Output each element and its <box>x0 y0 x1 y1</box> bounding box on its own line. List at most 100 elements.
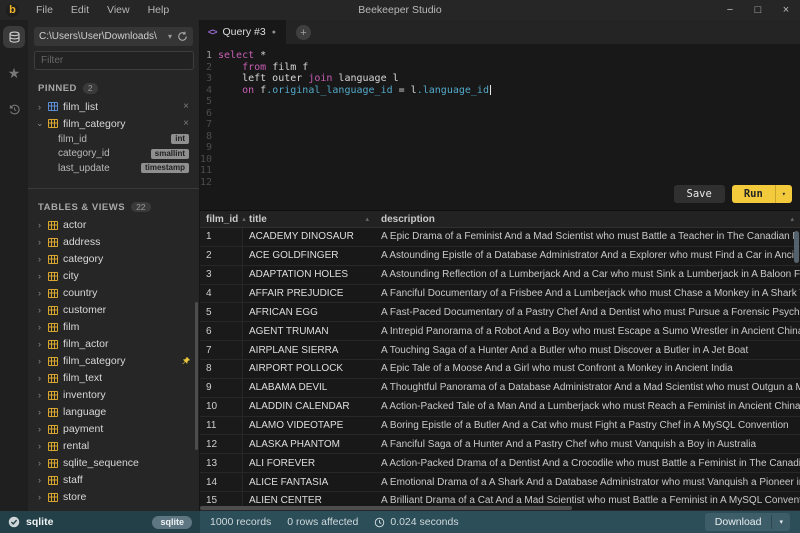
chevron-right-icon: › <box>36 102 43 112</box>
table-grid-icon <box>48 374 58 383</box>
table-row[interactable]: 5AFRICAN EGGA Fast-Paced Documentary of … <box>200 303 800 322</box>
table-name: country <box>63 287 191 299</box>
icon-rail: ★ <box>0 20 28 511</box>
chevron-right-icon: › <box>36 356 43 366</box>
table-row[interactable]: 13ALI FOREVERA Action-Packed Drama of a … <box>200 454 800 473</box>
column-header-title[interactable]: title ▴ <box>243 211 375 227</box>
cell-film-id: 14 <box>200 473 243 491</box>
pinned-item-film-category[interactable]: ⌄ film_category × <box>28 115 199 132</box>
download-button[interactable]: Download <box>705 513 772 531</box>
table-item-staff[interactable]: ›staff <box>28 472 199 489</box>
table-row[interactable]: 12ALASKA PHANTOMA Fanciful Saga of a Hun… <box>200 435 800 454</box>
new-tab-button[interactable]: + <box>296 25 311 40</box>
table-name: city <box>63 270 191 282</box>
menu-help[interactable]: Help <box>139 0 179 20</box>
pinned-column-row: film_idint <box>28 132 199 147</box>
run-button[interactable]: Run <box>732 185 775 204</box>
cell-title: ALASKA PHANTOM <box>243 435 375 453</box>
menu-file[interactable]: File <box>27 0 62 20</box>
table-row[interactable]: 14ALICE FANTASIAA Emotional Drama of a A… <box>200 473 800 492</box>
table-item-actor[interactable]: ›actor <box>28 217 199 234</box>
download-options-caret[interactable]: ▾ <box>771 515 790 529</box>
line-number: 2 <box>200 62 218 74</box>
table-item-film_text[interactable]: ›film_text <box>28 370 199 387</box>
connection-dropdown[interactable]: C:\Users\User\Downloads\ ▾ <box>34 27 193 46</box>
save-button[interactable]: Save <box>674 185 725 204</box>
code-token <box>218 62 242 74</box>
history-panel-button[interactable] <box>3 98 25 120</box>
filter-input[interactable] <box>34 51 194 70</box>
table-row[interactable]: 2ACE GOLDFINGERA Astounding Epistle of a… <box>200 247 800 266</box>
table-item-inventory[interactable]: ›inventory <box>28 387 199 404</box>
run-options-caret[interactable]: ▾ <box>775 185 792 204</box>
table-item-city[interactable]: ›city <box>28 268 199 285</box>
table-item-film[interactable]: ›film <box>28 319 199 336</box>
table-grid-icon <box>48 459 58 468</box>
column-header-film-id[interactable]: film_id ▴ <box>200 211 243 227</box>
database-panel-button[interactable] <box>3 26 25 48</box>
table-item-store[interactable]: ›store <box>28 489 199 506</box>
maximize-button[interactable]: □ <box>744 0 772 20</box>
table-grid-icon <box>48 119 58 128</box>
cell-film-id: 11 <box>200 417 243 435</box>
table-row[interactable]: 9ALABAMA DEVILA Thoughtful Panorama of a… <box>200 379 800 398</box>
chevron-right-icon: › <box>36 441 43 451</box>
column-name: last_update <box>58 163 141 174</box>
chevron-right-icon: › <box>36 492 43 502</box>
main-area: <> Query #3 ● + 1select *2 from film f3 … <box>200 20 800 511</box>
table-item-film_actor[interactable]: ›film_actor <box>28 336 199 353</box>
tab-query-3[interactable]: <> Query #3 ● <box>200 20 286 44</box>
table-item-country[interactable]: ›country <box>28 285 199 302</box>
menu-view[interactable]: View <box>98 0 139 20</box>
column-header-description[interactable]: description ▴ <box>375 211 800 227</box>
code-token: left outer <box>218 73 308 85</box>
unpin-close-icon[interactable]: × <box>181 101 191 112</box>
connection-status[interactable]: sqlite sqlite <box>0 511 200 533</box>
sidebar-scrollbar[interactable] <box>195 302 198 450</box>
table-row[interactable]: 1ACADEMY DINOSAURA Epic Drama of a Femin… <box>200 228 800 247</box>
table-item-payment[interactable]: ›payment <box>28 421 199 438</box>
results-panel: film_id ▴ title ▴ description ▴ 1ACADEMY… <box>200 210 800 511</box>
table-item-sqlite_sequence[interactable]: ›sqlite_sequence <box>28 455 199 472</box>
table-grid-icon <box>48 323 58 332</box>
table-item-customer[interactable]: ›customer <box>28 302 199 319</box>
line-number: 3 <box>200 73 218 85</box>
cell-description: A Astounding Reflection of a Lumberjack … <box>375 266 800 284</box>
table-grid-icon <box>48 255 58 264</box>
code-token: * <box>254 50 266 62</box>
pinned-item-film-list[interactable]: › film_list × <box>28 98 199 115</box>
refresh-icon[interactable] <box>177 31 188 42</box>
cell-description: A Intrepid Panorama of a Robot And a Boy… <box>375 322 800 340</box>
table-row[interactable]: 4AFFAIR PREJUDICEA Fanciful Documentary … <box>200 285 800 304</box>
table-row[interactable]: 3ADAPTATION HOLESA Astounding Reflection… <box>200 266 800 285</box>
cell-title: ALI FOREVER <box>243 454 375 472</box>
table-row[interactable]: 8AIRPORT POLLOCKA Epic Tale of a Moose A… <box>200 360 800 379</box>
chevron-right-icon: › <box>36 339 43 349</box>
table-item-address[interactable]: ›address <box>28 234 199 251</box>
code-line: 5 <box>200 96 800 108</box>
sql-editor[interactable]: 1select *2 from film f3 left outer join … <box>200 44 800 210</box>
chevron-right-icon: › <box>36 458 43 468</box>
table-item-rental[interactable]: ›rental <box>28 438 199 455</box>
menu-edit[interactable]: Edit <box>62 0 98 20</box>
code-token: join <box>308 73 332 85</box>
code-line: 4 on f.original_language_id = l.language… <box>200 85 800 97</box>
tables-title: TABLES & VIEWS <box>38 202 125 213</box>
line-number: 4 <box>200 85 218 97</box>
cell-title: ALICE FANTASIA <box>243 473 375 491</box>
results-horizontal-scrollbar[interactable] <box>200 506 572 510</box>
minimize-button[interactable]: − <box>716 0 744 20</box>
table-item-language[interactable]: ›language <box>28 404 199 421</box>
table-item-category[interactable]: ›category <box>28 251 199 268</box>
sidebar: C:\Users\User\Downloads\ ▾ PINNED 2 › fi… <box>28 20 200 511</box>
table-row[interactable]: 6AGENT TRUMANA Intrepid Panorama of a Ro… <box>200 322 800 341</box>
table-item-film_category[interactable]: ›film_category <box>28 353 199 370</box>
table-grid-icon <box>48 340 58 349</box>
table-row[interactable]: 11ALAMO VIDEOTAPEA Boring Epistle of a B… <box>200 417 800 436</box>
results-vertical-scrollbar[interactable] <box>794 231 799 263</box>
table-row[interactable]: 7AIRPLANE SIERRAA Touching Saga of a Hun… <box>200 341 800 360</box>
close-button[interactable]: × <box>772 0 800 20</box>
favorites-panel-button[interactable]: ★ <box>3 62 25 84</box>
unpin-close-icon[interactable]: × <box>181 118 191 129</box>
table-row[interactable]: 10ALADDIN CALENDARA Action-Packed Tale o… <box>200 398 800 417</box>
